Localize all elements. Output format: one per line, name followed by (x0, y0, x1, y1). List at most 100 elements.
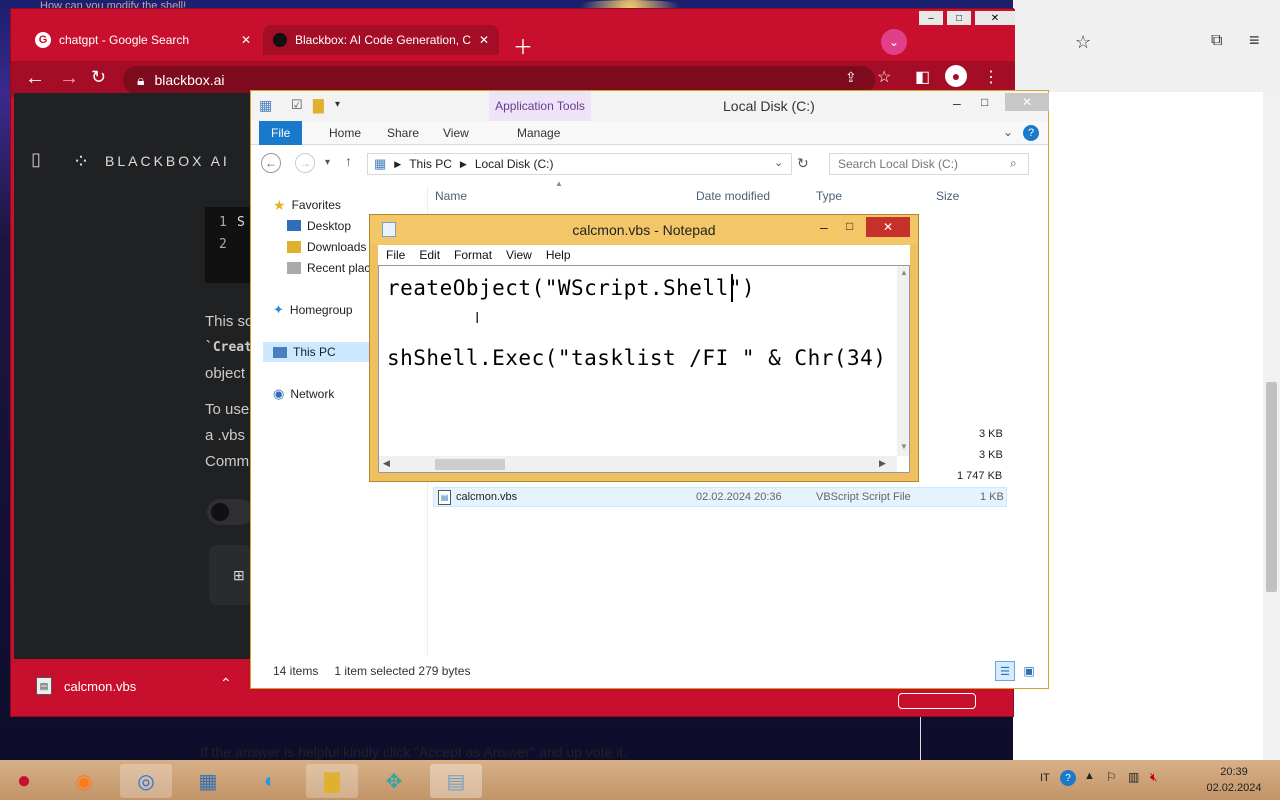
menu-help[interactable]: Help (546, 248, 571, 262)
nav-favorites[interactable]: ★ Favorites (273, 195, 373, 215)
menu-file[interactable]: File (386, 248, 405, 262)
new-chat-button[interactable]: ⊞ (209, 545, 253, 605)
scroll-left-icon[interactable]: ◀ (383, 458, 390, 469)
profile-avatar[interactable]: ● (945, 65, 967, 87)
chrome-icon[interactable]: ◎ (120, 764, 172, 798)
nav-downloads[interactable]: Downloads (273, 236, 373, 257)
tab-google-search[interactable]: G chatgpt - Google Search ✕ (25, 25, 261, 55)
star-icon[interactable]: ☆ (1075, 32, 1091, 53)
notepad-taskbar-icon[interactable]: ▤ (430, 764, 482, 798)
nav-thispc[interactable]: This PC (263, 342, 373, 362)
minimize-icon[interactable]: – (820, 219, 828, 235)
refresh-icon[interactable]: ↻ (797, 155, 809, 172)
scroll-right-icon[interactable]: ▶ (879, 458, 886, 469)
volume-muted-icon[interactable]: 🔇︎ (1150, 770, 1158, 785)
details-view-icon[interactable]: ☰ (995, 661, 1015, 681)
close-tab-icon[interactable]: ✕ (479, 33, 489, 47)
network-tray-icon[interactable]: ▥ (1128, 770, 1139, 784)
nav-desktop[interactable]: Desktop (273, 215, 373, 236)
nav-recent[interactable]: Recent plac (273, 257, 373, 278)
nav-homegroup[interactable]: ✦ Homegroup (273, 300, 373, 320)
minimize-icon[interactable]: – (953, 95, 961, 111)
column-date-modified[interactable]: Date modified (696, 189, 770, 203)
flag-icon[interactable]: ⚐ (1106, 770, 1117, 784)
maximize-icon[interactable]: □ (846, 219, 853, 233)
large-icons-view-icon[interactable]: ▣ (1019, 661, 1039, 681)
more-menu-icon[interactable]: ⋮ (983, 67, 999, 87)
side-panel-icon[interactable]: ◧ (915, 67, 930, 87)
recent-locations-icon[interactable]: ▾ (325, 157, 330, 168)
tab-share[interactable]: Share (375, 121, 431, 145)
back-icon[interactable]: ← (25, 67, 45, 90)
bookmark-star-icon[interactable]: ☆ (877, 67, 891, 87)
customize-qat-icon[interactable]: ▾ (335, 99, 340, 110)
close-icon[interactable]: ✕ (975, 11, 1015, 25)
download-file-name[interactable]: calcmon.vbs (64, 679, 136, 694)
chevron-up-icon[interactable]: ⌃ (220, 675, 232, 692)
tab-blackbox[interactable]: Blackbox: AI Code Generation, Cc ✕ (263, 25, 499, 55)
tab-file[interactable]: File (259, 121, 303, 145)
scroll-thumb[interactable] (435, 459, 505, 470)
share-icon[interactable]: ⇪ (845, 69, 857, 86)
file-explorer-icon[interactable]: ▇ (306, 764, 358, 798)
close-icon[interactable]: ✕ (1005, 93, 1049, 111)
column-name[interactable]: Name (435, 189, 467, 203)
help-icon[interactable]: ? (1023, 125, 1039, 141)
system-clock[interactable]: 20:39 02.02.2024 (1196, 764, 1272, 796)
breadcrumb-item[interactable]: This PC (409, 157, 452, 171)
properties-icon[interactable]: ☑ (291, 97, 303, 113)
maximize-icon[interactable]: □ (947, 11, 971, 25)
tab-home[interactable]: Home (317, 121, 373, 145)
tab-manage[interactable]: Manage (505, 121, 572, 145)
expand-ribbon-icon[interactable]: ⌄ (1003, 125, 1013, 139)
close-icon[interactable]: ✕ (866, 217, 910, 237)
nav-network[interactable]: ◉ Network (273, 384, 373, 404)
start-orb-icon[interactable]: ● (2, 764, 46, 798)
help-tray-icon[interactable]: ? (1060, 770, 1076, 786)
tab-view[interactable]: View (431, 121, 481, 145)
tab-search-icon[interactable]: ⌄ (881, 29, 907, 55)
horizontal-scrollbar[interactable]: ◀ ▶ (379, 456, 897, 472)
forward-icon[interactable]: → (59, 67, 79, 90)
search-input[interactable]: Search Local Disk (C:) ⌕ (829, 153, 1029, 175)
forward-icon[interactable]: → (295, 153, 315, 173)
close-tab-icon[interactable]: ✕ (241, 33, 251, 47)
breadcrumb-item[interactable]: Local Disk (C:) (475, 157, 554, 171)
edge-icon[interactable]: ◐ (244, 764, 296, 798)
answer-snippet: object (205, 365, 246, 382)
menu-edit[interactable]: Edit (419, 248, 440, 262)
menu-icon[interactable]: ≡ (1249, 30, 1260, 51)
file-row-calcmon[interactable]: ▤ calcmon.vbs 02.02.2024 20:36 VBScript … (433, 487, 1007, 507)
show-all-button[interactable] (898, 693, 976, 709)
menu-format[interactable]: Format (454, 248, 492, 262)
notepad-icon (382, 222, 396, 237)
reload-icon[interactable]: ↻ (91, 67, 106, 88)
menu-view[interactable]: View (506, 248, 532, 262)
vertical-scrollbar[interactable] (1263, 92, 1280, 760)
extensions-icon[interactable]: ⧉ (1211, 32, 1222, 50)
sidebar-toggle-icon[interactable]: ▯ (31, 149, 41, 170)
address-breadcrumb[interactable]: ▦ ▶ This PC ▶ Local Disk (C:) ⌄ (367, 153, 792, 175)
notepad-text-area[interactable]: reateObject("WScript.Shell") I shShell.E… (378, 265, 910, 473)
toggle-switch[interactable] (207, 499, 253, 525)
app-icon[interactable]: ✥ (368, 764, 420, 798)
maximize-icon[interactable]: □ (981, 95, 988, 109)
new-tab-icon[interactable]: ＋ (513, 31, 533, 60)
window-title: Local Disk (C:) (723, 98, 815, 114)
scroll-down-icon[interactable]: ▼ (900, 442, 908, 451)
up-icon[interactable]: ↑ (345, 153, 352, 169)
language-indicator[interactable]: IT (1040, 772, 1050, 784)
firefox-icon[interactable]: ◉ (58, 764, 110, 798)
status-bar: 14 items 1 item selected 279 bytes (251, 659, 1048, 683)
control-panel-icon[interactable]: ▦ (182, 764, 234, 798)
column-size[interactable]: Size (936, 189, 959, 203)
file-size: 1 KB (980, 491, 1004, 503)
back-icon[interactable]: ← (261, 153, 281, 173)
show-hidden-icons-icon[interactable]: ▲ (1084, 770, 1095, 782)
vertical-scrollbar[interactable]: ▲ ▼ (897, 266, 909, 456)
scroll-up-icon[interactable]: ▲ (900, 268, 908, 277)
address-dropdown-icon[interactable]: ⌄ (774, 156, 783, 169)
column-type[interactable]: Type (816, 189, 842, 203)
minimize-icon[interactable]: – (919, 11, 943, 25)
new-folder-icon[interactable]: ▇ (313, 97, 324, 114)
